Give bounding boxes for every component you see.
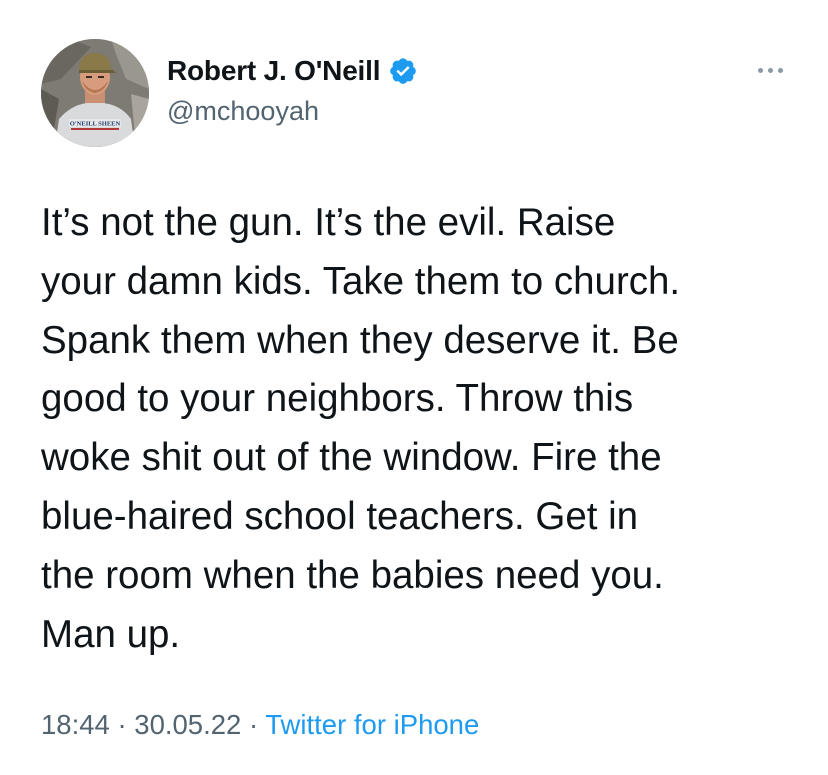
- tweet-time[interactable]: 18:44: [41, 709, 110, 740]
- tweet-text-line: It’s not the gun. It’s the evil. Raise: [41, 201, 616, 244]
- tweet-text-line: good to your neighbors. Throw this: [41, 377, 634, 421]
- avatar-shirt-text: O'NEILL SHEEN: [70, 121, 121, 128]
- meta-separator: ·: [241, 709, 266, 740]
- author-handle[interactable]: @mchooyah: [167, 96, 319, 127]
- more-dot: [777, 67, 783, 73]
- tweet-text-line: the room when the babies need you.: [41, 553, 664, 597]
- tweet-text-line: Man up.: [41, 612, 181, 656]
- tweet-meta: 18:44 · 30.05.22 · Twitter for iPhone: [41, 709, 479, 741]
- avatar-image: O'NEILL SHEEN: [41, 39, 149, 147]
- tweet-text-line: your damn kids. Take them to church.: [41, 259, 681, 303]
- verified-badge-icon: [388, 56, 418, 86]
- tweet-text-line: woke shit out of the window. Fire the: [41, 436, 662, 480]
- tweet-card: O'NEILL SHEEN Robert J. O'Neill @mchooya…: [0, 0, 828, 775]
- display-name[interactable]: Robert J. O'Neill: [167, 55, 381, 87]
- tweet-text-line: Spank them when they deserve it. Be: [41, 318, 679, 362]
- author-name-row[interactable]: Robert J. O'Neill: [167, 55, 418, 87]
- meta-separator: ·: [109, 709, 135, 740]
- more-options-icon[interactable]: [748, 55, 792, 85]
- tweet-date[interactable]: 30.05.22: [134, 709, 241, 740]
- avatar[interactable]: O'NEILL SHEEN: [41, 39, 149, 147]
- more-dot: [767, 67, 773, 73]
- tweet-text: It’s not the gun. It’s the evil. Raise y…: [41, 194, 801, 664]
- tweet-source-link[interactable]: Twitter for iPhone: [265, 709, 479, 740]
- more-dot: [757, 67, 763, 73]
- tweet-text-line: blue-haired school teachers. Get in: [41, 494, 639, 538]
